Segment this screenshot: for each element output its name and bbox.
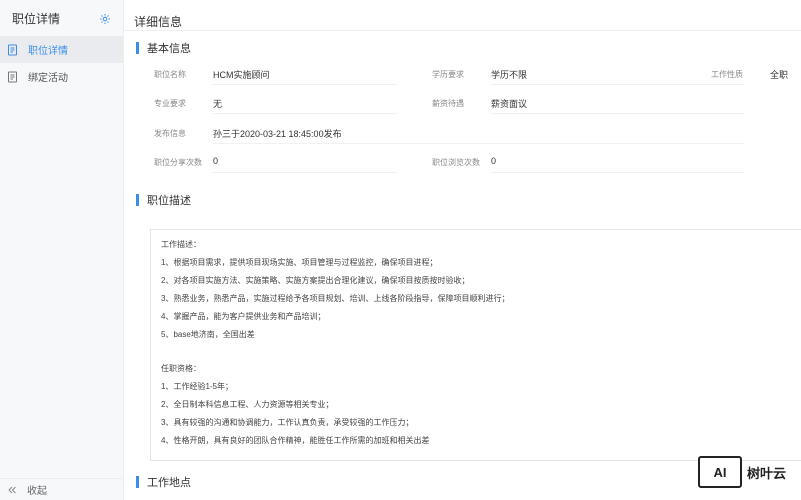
divider xyxy=(213,143,744,144)
education-label: 学历要求 xyxy=(432,70,464,79)
sidebar-item-label: 绑定活动 xyxy=(28,73,68,84)
description-line: 3、熟悉业务，熟悉产品，实施过程给予各项目规划、培训、上线各阶段指导，保障项目顺… xyxy=(161,294,510,303)
description-box: 工作描述： 1、根据项目需求，提供项目现场实施、项目管理与过程监控，确保项目进程… xyxy=(150,229,801,461)
section-title: 工作地点 xyxy=(147,477,191,489)
description-line: 4、性格开朗，具有良好的团队合作精神，能胜任工作所需的加班和相关出差 xyxy=(161,436,430,445)
watermark-logo: AI 树叶云 xyxy=(698,455,798,489)
divider xyxy=(124,30,801,31)
description-line: 1、工作经验1-5年； xyxy=(161,382,234,391)
divider xyxy=(213,84,397,85)
section-job-description: 职位描述 xyxy=(136,192,191,208)
app-root: 职位详情 职位详情 绑定活动 收起 详细信息 基本信息 职位名称 HCM实施顾问… xyxy=(0,0,801,500)
education-value: 学历不限 xyxy=(491,70,528,80)
section-work-location: 工作地点 xyxy=(136,474,191,490)
section-basic-info: 基本信息 xyxy=(136,40,191,56)
publish-label: 发布信息 xyxy=(154,129,186,138)
page-title: 详细信息 xyxy=(134,15,183,29)
sidebar-item-job-detail[interactable]: 职位详情 xyxy=(0,36,123,63)
divider xyxy=(491,172,744,173)
publish-value: 孙三于2020-03-21 18:45:00发布 xyxy=(213,129,342,139)
salary-value: 薪资面议 xyxy=(491,99,528,109)
job-type-value: 全职 xyxy=(770,70,789,80)
collapse-label: 收起 xyxy=(27,486,47,497)
section-accent-bar xyxy=(136,42,139,54)
document-icon xyxy=(7,44,19,56)
document-icon xyxy=(7,71,19,83)
share-count-value: 0 xyxy=(213,156,219,166)
description-line: 工作描述： xyxy=(161,240,201,249)
description-line: 2、对各项目实施方法、实施策略、实施方案提出合理化建议，确保项目按质按时验收； xyxy=(161,276,470,285)
divider xyxy=(213,172,397,173)
share-count-label: 职位分享次数 xyxy=(154,158,202,167)
description-line: 5、base地济南，全国出差 xyxy=(161,330,255,339)
job-name-value: HCM实施顾问 xyxy=(213,70,270,80)
sidebar-item-bind-activity[interactable]: 绑定活动 xyxy=(0,63,123,90)
double-chevron-left-icon xyxy=(7,485,17,495)
section-title: 职位描述 xyxy=(147,195,191,207)
main-content: 详细信息 基本信息 职位名称 HCM实施顾问 学历要求 学历不限 工作性质 全职… xyxy=(124,0,801,500)
divider xyxy=(213,113,397,114)
divider xyxy=(491,113,744,114)
job-name-label: 职位名称 xyxy=(154,70,186,79)
major-label: 专业要求 xyxy=(154,99,186,108)
collapse-button[interactable]: 收起 xyxy=(0,478,124,500)
description-line: 2、全日制本科信息工程、人力资源等相关专业； xyxy=(161,400,334,409)
sidebar: 职位详情 职位详情 绑定活动 收起 xyxy=(0,0,124,500)
sidebar-header: 职位详情 xyxy=(0,0,123,36)
description-line: 4、掌握产品，能为客户提供业务和产品培训； xyxy=(161,312,326,321)
section-accent-bar xyxy=(136,476,139,488)
view-count-value: 0 xyxy=(491,156,497,166)
description-line: 3、具有较强的沟通和协调能力，工作认真负责，承受较强的工作压力； xyxy=(161,418,414,427)
section-title: 基本信息 xyxy=(147,43,191,55)
description-line: 1、根据项目需求，提供项目现场实施、项目管理与过程监控，确保项目进程； xyxy=(161,258,438,267)
watermark-text: 树叶云 xyxy=(747,465,787,481)
sidebar-title: 职位详情 xyxy=(12,11,61,26)
section-accent-bar xyxy=(136,194,139,206)
description-line: 任职资格： xyxy=(161,364,201,373)
major-value: 无 xyxy=(213,99,223,109)
job-type-label: 工作性质 xyxy=(711,70,743,79)
salary-label: 薪资待遇 xyxy=(432,99,464,108)
sidebar-item-label: 职位详情 xyxy=(28,46,68,57)
ai-logo-badge: AI xyxy=(698,456,742,488)
divider xyxy=(491,84,744,85)
view-count-label: 职位浏览次数 xyxy=(432,158,480,167)
gear-icon[interactable] xyxy=(99,12,111,24)
